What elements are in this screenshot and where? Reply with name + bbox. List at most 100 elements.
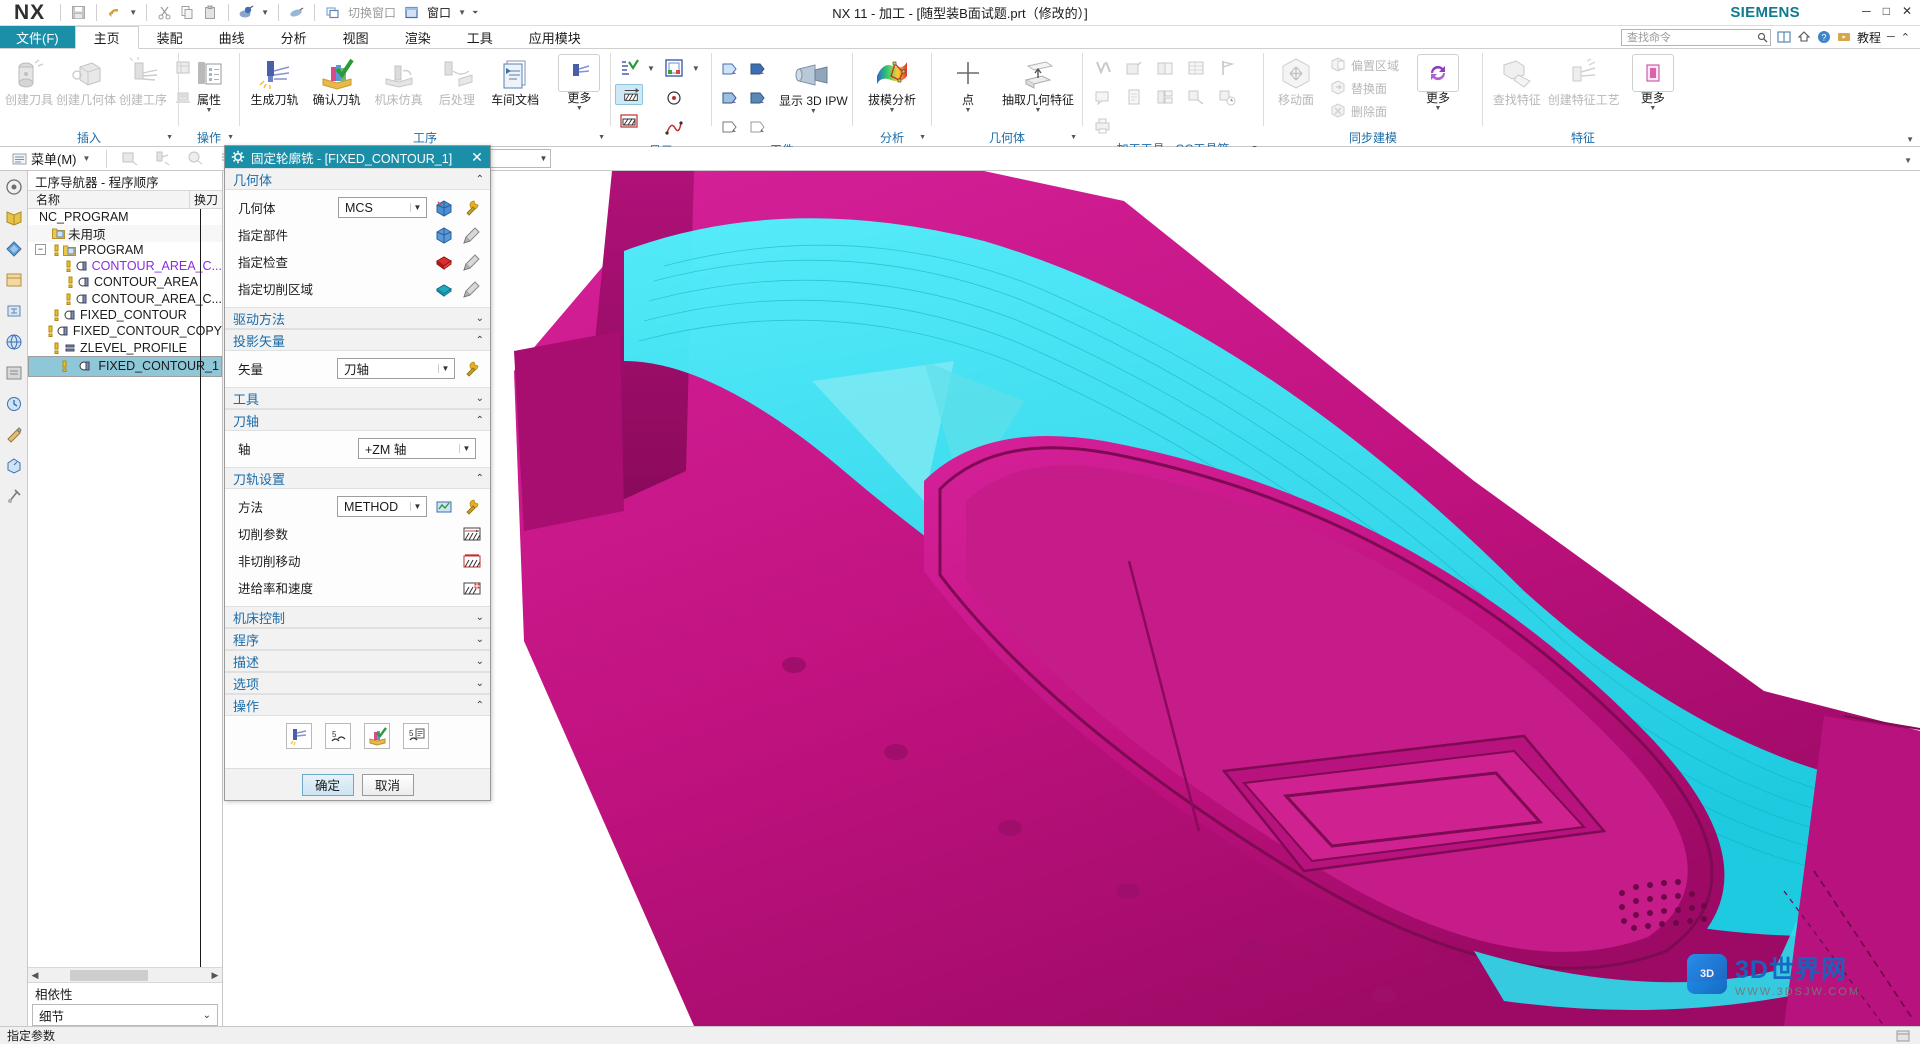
gc-doc-icon[interactable] bbox=[1120, 83, 1148, 111]
process-more-dropdown-icon[interactable]: ▼ bbox=[576, 105, 583, 113]
scroll-right-icon[interactable]: ▶ bbox=[208, 970, 222, 981]
search-input[interactable]: 查找命令 bbox=[1627, 29, 1757, 45]
copy-icon[interactable] bbox=[177, 2, 198, 23]
chevron-down-icon[interactable]: ▼ bbox=[459, 444, 473, 453]
section-header-program[interactable]: 程序 ⌄ bbox=[225, 628, 490, 650]
process-studio-icon[interactable] bbox=[3, 393, 25, 415]
create-operation-button[interactable]: 创建工序 bbox=[118, 52, 168, 109]
window-dropdown-icon[interactable]: ▼ bbox=[456, 8, 468, 17]
cut-param-icon[interactable] bbox=[460, 522, 483, 545]
part-icon[interactable] bbox=[432, 223, 455, 246]
tree-item-contour-area-c-1[interactable]: CONTOUR_AREA_C... bbox=[28, 258, 222, 274]
group-dropdown-icon[interactable]: ▼ bbox=[598, 134, 605, 141]
tab-apps[interactable]: 应用模块 bbox=[511, 26, 599, 48]
undo-icon[interactable] bbox=[104, 2, 125, 23]
home-icon[interactable] bbox=[1797, 30, 1811, 44]
gc-flag-icon[interactable] bbox=[1213, 54, 1241, 82]
tab-analysis[interactable]: 分析 bbox=[263, 26, 325, 48]
extract-geometry-dropdown-icon[interactable]: ▼ bbox=[1035, 107, 1042, 115]
column-header-toolchange[interactable]: 换刀 bbox=[189, 191, 222, 208]
list-icon[interactable]: 5 bbox=[403, 723, 429, 749]
wrench-icon[interactable] bbox=[460, 357, 483, 380]
chevron-up-icon[interactable]: ⌃ bbox=[476, 335, 484, 346]
paste-icon[interactable] bbox=[200, 2, 221, 23]
undo-dropdown-icon[interactable]: ▼ bbox=[127, 8, 139, 17]
section-header-drive-method[interactable]: 驱动方法 ⌄ bbox=[225, 307, 490, 329]
close-icon[interactable]: ✕ bbox=[468, 148, 486, 166]
show-3d-ipw-dropdown-icon[interactable]: ▼ bbox=[810, 108, 817, 116]
wrench-icon[interactable] bbox=[460, 495, 483, 518]
gc-time-icon[interactable] bbox=[1213, 83, 1241, 111]
tree-item-contour-area[interactable]: CONTOUR_AREA bbox=[28, 274, 222, 290]
menurow-overflow-icon[interactable]: ▼ bbox=[1902, 156, 1914, 165]
roles-icon[interactable] bbox=[3, 424, 25, 446]
replay-icon[interactable]: 5 bbox=[325, 723, 351, 749]
select-tool-group-icon[interactable] bbox=[148, 149, 178, 169]
chevron-down-icon[interactable]: ▼ bbox=[438, 364, 452, 373]
chevron-down-icon[interactable]: ⌄ bbox=[476, 313, 484, 324]
scroll-left-icon[interactable]: ◀ bbox=[28, 970, 42, 981]
tutorial-label[interactable]: 教程 bbox=[1857, 29, 1881, 46]
qat-overflow-icon[interactable]: ⏷ bbox=[470, 8, 480, 18]
generate-icon[interactable] bbox=[286, 723, 312, 749]
feature-more-dropdown-icon[interactable]: ▼ bbox=[1649, 105, 1656, 113]
tree-item-zlevel-profile[interactable]: ZLEVEL_PROFILE bbox=[28, 339, 222, 355]
show-3d-ipw-button[interactable]: 显示 3D IPW ▼ bbox=[778, 53, 849, 118]
maximize-button[interactable]: □ bbox=[1883, 4, 1890, 18]
properties-button[interactable]: 属性 ▼ bbox=[183, 52, 235, 117]
chevron-down-icon[interactable]: ▼ bbox=[410, 502, 424, 511]
properties-dropdown-icon[interactable]: ▼ bbox=[206, 107, 213, 115]
tab-assembly[interactable]: 装配 bbox=[139, 26, 201, 48]
ok-button[interactable]: 确定 bbox=[301, 773, 354, 796]
tab-curve[interactable]: 曲线 bbox=[201, 26, 263, 48]
gc-table-icon[interactable] bbox=[1182, 54, 1210, 82]
select-program-group-icon[interactable] bbox=[115, 149, 145, 169]
ipw-in-process-icon[interactable] bbox=[716, 55, 744, 83]
chevron-up-icon[interactable]: ⌃ bbox=[476, 473, 484, 484]
menu-button[interactable]: 菜单(M) ▼ bbox=[6, 149, 98, 169]
chevron-up-icon[interactable]: ⌃ bbox=[476, 415, 484, 426]
ribbon-scroll-down-icon[interactable]: ▼ bbox=[1904, 135, 1916, 144]
chevron-down-icon[interactable]: ⌄ bbox=[476, 393, 484, 404]
cut-area-icon[interactable] bbox=[432, 277, 455, 300]
search-icon[interactable] bbox=[1757, 32, 1768, 43]
ipw-display-icon[interactable] bbox=[660, 54, 688, 82]
postprocess-button[interactable]: 后处理 bbox=[430, 52, 483, 109]
tree-item-fixed-contour-1[interactable]: FIXED_CONTOUR_1 bbox=[28, 355, 222, 377]
window-layout-icon[interactable] bbox=[1777, 30, 1791, 44]
section-header-options[interactable]: 选项 ⌄ bbox=[225, 672, 490, 694]
group-dropdown-icon[interactable]: ▼ bbox=[919, 134, 926, 141]
point-button[interactable]: 点 ▼ bbox=[940, 52, 996, 117]
chevron-up-icon[interactable]: ⌃ bbox=[476, 174, 484, 185]
section-header-machine-control[interactable]: 机床控制 ⌄ bbox=[225, 606, 490, 628]
vector-select[interactable]: 刀轴 ▼ bbox=[337, 358, 455, 379]
delete-face-button[interactable]: 删除面 bbox=[1325, 100, 1403, 122]
tutorial-icon[interactable] bbox=[1837, 30, 1851, 44]
chevron-down-icon[interactable]: ⌄ bbox=[203, 1010, 211, 1021]
process-more-button[interactable]: 更多 ▼ bbox=[553, 52, 606, 115]
tree-item-nc-program[interactable]: NC_PROGRAM bbox=[28, 209, 222, 225]
tree-toggle-icon[interactable]: − bbox=[35, 244, 46, 256]
switch-window-icon[interactable] bbox=[322, 2, 343, 23]
feature-more-button[interactable]: 更多 ▼ bbox=[1627, 52, 1679, 115]
gc-list-icon[interactable] bbox=[1151, 83, 1179, 111]
verify-icon[interactable] bbox=[364, 723, 390, 749]
verify-toolpath-button[interactable]: 确认刀轨 bbox=[306, 52, 367, 109]
toolpath-display-dropdown-icon[interactable]: ▼ bbox=[645, 64, 657, 73]
section-header-geometry[interactable]: 几何体 ⌃ bbox=[225, 168, 490, 190]
check-geom-icon[interactable] bbox=[432, 250, 455, 273]
section-header-projection-vector[interactable]: 投影矢量 ⌃ bbox=[225, 329, 490, 351]
minimize-button[interactable]: ─ bbox=[1862, 4, 1871, 18]
ipw-snapshot-icon[interactable] bbox=[716, 84, 744, 112]
noncut-move-icon[interactable] bbox=[460, 549, 483, 572]
section-header-tool[interactable]: 工具 ⌄ bbox=[225, 387, 490, 409]
scrollbar-thumb[interactable] bbox=[70, 970, 148, 981]
move-face-button[interactable]: 移动面 bbox=[1268, 52, 1324, 109]
tree-item-contour-area-c-2[interactable]: CONTOUR_AREA_C... bbox=[28, 290, 222, 306]
synchronous-more-dropdown-icon[interactable]: ▼ bbox=[1435, 105, 1442, 113]
replace-face-button[interactable]: 替换面 bbox=[1325, 77, 1403, 99]
section-header-path-settings[interactable]: 刀轨设置 ⌃ bbox=[225, 467, 490, 489]
chevron-up-icon[interactable]: ⌃ bbox=[476, 700, 484, 711]
dependencies-panel-header[interactable]: 相依性 bbox=[28, 982, 222, 1003]
ribbon-minimize-icon[interactable]: ─ bbox=[1887, 31, 1895, 43]
